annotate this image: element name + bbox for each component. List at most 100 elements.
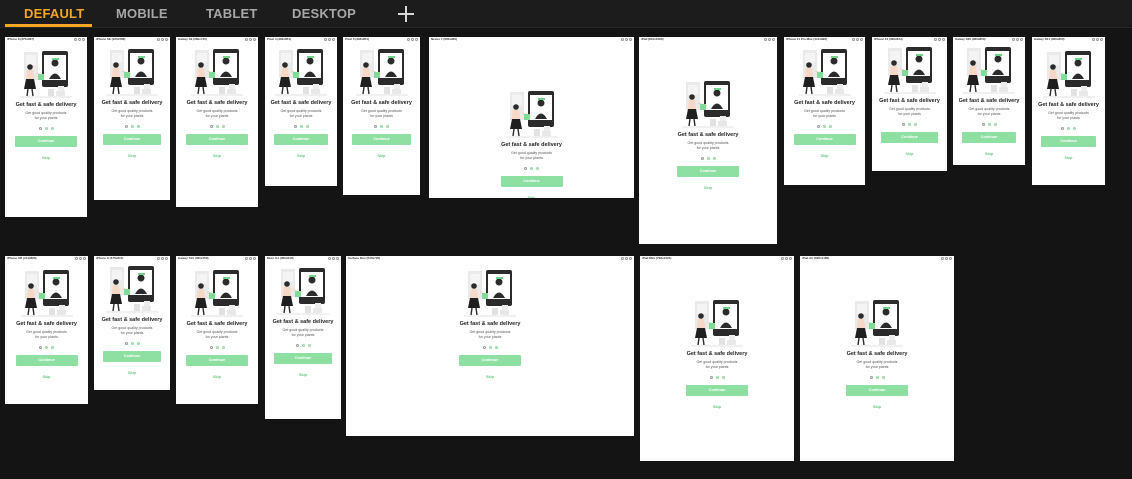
rotate-icon[interactable] <box>245 38 248 41</box>
close-icon[interactable] <box>332 38 335 41</box>
page-indicator-dot[interactable] <box>215 125 219 128</box>
rotate-icon[interactable] <box>852 38 855 41</box>
rotate-icon[interactable] <box>75 257 78 260</box>
skip-link[interactable]: Skip <box>713 405 721 409</box>
rotate-icon[interactable] <box>934 38 937 41</box>
refresh-icon[interactable] <box>411 38 414 41</box>
page-indicator-dot[interactable] <box>136 125 140 128</box>
close-icon[interactable] <box>860 38 863 41</box>
plus-icon[interactable] <box>397 5 415 23</box>
page-indicator-dot[interactable] <box>875 376 879 379</box>
rotate-icon[interactable] <box>781 257 784 260</box>
rotate-icon[interactable] <box>157 38 160 41</box>
continue-button[interactable]: Continue <box>793 134 856 145</box>
close-icon[interactable] <box>165 257 168 260</box>
page-indicator-dot[interactable] <box>536 167 539 170</box>
close-icon[interactable] <box>165 38 168 41</box>
page-indicator-dot[interactable] <box>374 125 377 128</box>
skip-link[interactable]: Skip <box>985 152 993 156</box>
rotate-icon[interactable] <box>328 257 331 260</box>
continue-button[interactable]: Continue <box>962 132 1016 143</box>
continue-button[interactable]: Continue <box>352 134 411 145</box>
rotate-icon[interactable] <box>621 38 624 41</box>
rotate-icon[interactable] <box>74 38 77 41</box>
close-icon[interactable] <box>789 257 792 260</box>
page-indicator-dot[interactable] <box>124 342 128 345</box>
refresh-icon[interactable] <box>1016 38 1019 41</box>
close-icon[interactable] <box>1020 38 1023 41</box>
skip-link[interactable]: Skip <box>42 156 50 160</box>
page-indicator-dot[interactable] <box>721 376 725 379</box>
page-indicator-dot[interactable] <box>130 342 134 345</box>
page-indicator-dot[interactable] <box>44 127 48 130</box>
tab-tablet[interactable]: TABLET <box>206 0 258 27</box>
refresh-icon[interactable] <box>328 38 331 41</box>
page-indicator-dot[interactable] <box>993 123 997 126</box>
page-indicator-dot[interactable] <box>39 346 42 349</box>
page-indicator-dot[interactable] <box>987 123 991 126</box>
page-indicator-dot[interactable] <box>482 346 486 349</box>
rotate-icon[interactable] <box>764 38 767 41</box>
page-indicator-dot[interactable] <box>215 346 219 349</box>
refresh-icon[interactable] <box>249 257 252 260</box>
page-indicator-dot[interactable] <box>136 342 140 345</box>
page-indicator-dot[interactable] <box>221 125 225 128</box>
skip-link[interactable]: Skip <box>128 371 136 375</box>
continue-button[interactable]: Continue <box>103 134 161 145</box>
page-indicator-dot[interactable] <box>869 376 873 379</box>
tab-mobile[interactable]: MOBILE <box>116 0 168 27</box>
continue-button[interactable]: Continue <box>15 136 77 147</box>
page-indicator-dot[interactable] <box>124 125 128 128</box>
page-indicator-dot[interactable] <box>488 346 492 349</box>
page-indicator-dot[interactable] <box>908 123 911 126</box>
page-indicator-dot[interactable] <box>293 125 297 128</box>
page-indicator-dot[interactable] <box>51 346 54 349</box>
skip-link[interactable]: Skip <box>527 196 535 198</box>
close-icon[interactable] <box>772 38 775 41</box>
page-indicator-dot[interactable] <box>305 125 309 128</box>
skip-link[interactable]: Skip <box>486 375 494 379</box>
page-indicator-dot[interactable] <box>829 125 832 128</box>
close-icon[interactable] <box>1100 38 1103 41</box>
skip-link[interactable]: Skip <box>213 375 221 379</box>
continue-button[interactable]: Continue <box>186 134 248 145</box>
page-indicator-dot[interactable] <box>299 125 303 128</box>
page-indicator-dot[interactable] <box>981 123 985 126</box>
page-indicator-dot[interactable] <box>380 125 383 128</box>
refresh-icon[interactable] <box>161 38 164 41</box>
skip-link[interactable]: Skip <box>873 405 881 409</box>
page-indicator-dot[interactable] <box>307 344 311 347</box>
skip-link[interactable]: Skip <box>377 154 385 158</box>
refresh-icon[interactable] <box>332 257 335 260</box>
continue-button[interactable]: Continue <box>274 353 332 364</box>
page-indicator-dot[interactable] <box>712 157 716 160</box>
refresh-icon[interactable] <box>768 38 771 41</box>
close-icon[interactable] <box>629 257 632 260</box>
continue-button[interactable]: Continue <box>846 385 908 396</box>
refresh-icon[interactable] <box>78 38 81 41</box>
page-indicator-dot[interactable] <box>881 376 885 379</box>
page-indicator-dot[interactable] <box>301 344 305 347</box>
page-indicator-dot[interactable] <box>700 157 704 160</box>
skip-link[interactable]: Skip <box>128 154 136 158</box>
refresh-icon[interactable] <box>625 38 628 41</box>
refresh-icon[interactable] <box>938 38 941 41</box>
continue-button[interactable]: Continue <box>103 351 161 362</box>
close-icon[interactable] <box>82 38 85 41</box>
page-indicator-dot[interactable] <box>823 125 826 128</box>
refresh-icon[interactable] <box>945 257 948 260</box>
page-indicator-dot[interactable] <box>45 346 48 349</box>
page-indicator-dot[interactable] <box>221 346 225 349</box>
page-indicator-dot[interactable] <box>209 346 213 349</box>
page-indicator-dot[interactable] <box>209 125 213 128</box>
continue-button[interactable]: Continue <box>186 355 248 366</box>
skip-link[interactable]: Skip <box>297 154 305 158</box>
close-icon[interactable] <box>336 257 339 260</box>
page-indicator-dot[interactable] <box>706 157 710 160</box>
tab-desktop[interactable]: DESKTOP <box>292 0 356 27</box>
refresh-icon[interactable] <box>161 257 164 260</box>
close-icon[interactable] <box>83 257 86 260</box>
page-indicator-dot[interactable] <box>1073 127 1076 130</box>
page-indicator-dot[interactable] <box>386 125 389 128</box>
skip-link[interactable]: Skip <box>820 154 828 158</box>
